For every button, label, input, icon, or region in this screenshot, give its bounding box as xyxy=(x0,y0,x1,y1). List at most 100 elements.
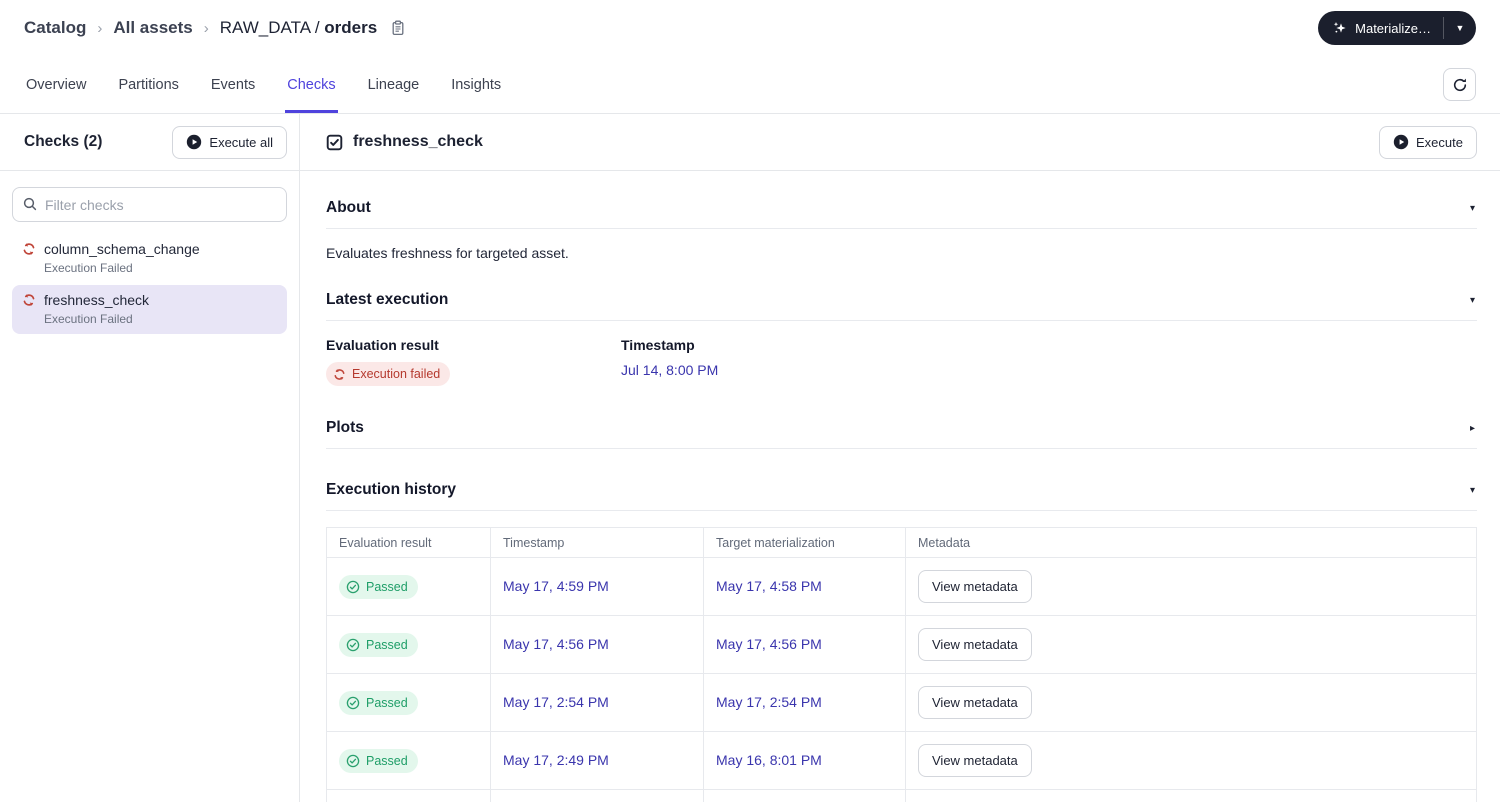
tab[interactable]: Partitions xyxy=(116,56,180,113)
timestamp-link[interactable]: May 17, 2:54 PM xyxy=(503,694,609,710)
timestamp-link[interactable]: May 17, 4:56 PM xyxy=(503,636,609,652)
checks-sidebar: Checks (2) Execute all column_schema_ xyxy=(0,114,300,802)
latest-execution-heading: Latest execution xyxy=(326,291,449,308)
tab[interactable]: Checks xyxy=(285,56,338,113)
execution-history-row: Passed May 17, 4:56 PM May 17, 4:56 PM V… xyxy=(326,615,1477,674)
evaluation-result-label: Evaluation result xyxy=(326,337,439,353)
asset-tabs: Overview Partitions Events Checks Lineage Ins… xyxy=(24,56,503,113)
execution-failed-badge: Execution failed xyxy=(326,362,451,386)
search-icon xyxy=(22,196,38,212)
refresh-icon xyxy=(1452,77,1468,93)
check-circle-icon xyxy=(346,580,360,594)
check-detail-panel: freshness_check Execute About ▾ Evaluate… xyxy=(300,114,1500,802)
check-circle-icon xyxy=(346,754,360,768)
asset-key-separator: / xyxy=(310,18,325,37)
failed-refresh-icon xyxy=(22,242,36,256)
failed-refresh-icon xyxy=(333,367,346,381)
execution-history-header-row: Evaluation result Timestamp Target mater… xyxy=(326,527,1477,558)
about-section-header[interactable]: About xyxy=(326,199,1477,217)
plots-section-header[interactable]: Plots xyxy=(326,419,1477,437)
target-materialization-link[interactable]: May 16, 8:01 PM xyxy=(716,752,822,768)
filter-checks-input[interactable] xyxy=(12,187,287,222)
section-divider xyxy=(326,320,1477,321)
execution-history-heading: Execution history xyxy=(326,481,457,498)
passed-badge: Passed xyxy=(339,748,418,773)
execute-label: Execute xyxy=(1416,134,1463,150)
section-divider xyxy=(326,510,1477,511)
latest-execution-section-header[interactable]: Latest execution xyxy=(326,291,1477,309)
execution-history-section-header[interactable]: Execution history xyxy=(326,481,1477,499)
target-materialization-link[interactable]: May 17, 4:58 PM xyxy=(716,578,822,594)
section-divider xyxy=(326,228,1477,229)
column-header-target-materialization: Target materialization xyxy=(703,527,906,558)
execute-button[interactable]: Execute xyxy=(1379,125,1477,159)
asset-group-label: RAW_DATA xyxy=(219,18,311,37)
materialize-button[interactable]: Materialize… xyxy=(1318,11,1443,45)
passed-badge: Passed xyxy=(339,574,418,599)
sidebar-check-item[interactable]: freshness_check Execution Failed xyxy=(12,285,287,334)
breadcrumb-asset-key[interactable]: RAW_DATA / orders xyxy=(220,18,377,38)
latest-execution-section: Latest execution Evaluation result xyxy=(326,291,1477,386)
play-circle-icon xyxy=(1393,134,1409,150)
refresh-button[interactable] xyxy=(1443,68,1476,101)
target-materialization-link[interactable]: May 17, 4:56 PM xyxy=(716,636,822,652)
materialize-split-button: Materialize… xyxy=(1318,11,1476,45)
failed-refresh-icon xyxy=(22,293,36,307)
view-metadata-button[interactable]: View metadata xyxy=(918,744,1032,777)
execution-history-row-partial xyxy=(326,789,1477,802)
tab[interactable]: Overview xyxy=(24,56,88,113)
breadcrumb-all-assets-link[interactable]: All assets xyxy=(113,18,192,38)
plots-section: Plots xyxy=(326,419,1477,449)
materialize-dropdown-button[interactable] xyxy=(1444,11,1476,45)
check-title: freshness_check xyxy=(353,133,483,150)
sparkle-icon xyxy=(1332,20,1348,36)
check-detail-content: About Evaluates freshness for targeted a… xyxy=(300,171,1500,802)
timestamp-link[interactable]: May 17, 4:59 PM xyxy=(503,578,609,594)
check-status: Execution Failed xyxy=(44,312,133,326)
execution-history-row: Passed May 17, 4:59 PM May 17, 4:58 PM V… xyxy=(326,557,1477,616)
evaluation-result-field: Evaluation result Execution failed xyxy=(326,337,621,386)
top-header: Catalog All assets RAW_DATA / orders Mat… xyxy=(0,0,1500,56)
passed-badge: Passed xyxy=(339,690,418,715)
tab[interactable]: Insights xyxy=(449,56,503,113)
checkbox-checked-icon xyxy=(326,134,343,151)
breadcrumb-catalog-link[interactable]: Catalog xyxy=(24,18,86,38)
view-metadata-button[interactable]: View metadata xyxy=(918,570,1032,603)
content-body: Checks (2) Execute all column_schema_ xyxy=(0,114,1500,802)
execution-history-row: Passed May 17, 2:49 PM May 16, 8:01 PM V… xyxy=(326,731,1477,790)
about-heading: About xyxy=(326,199,371,216)
column-header-evaluation-result: Evaluation result xyxy=(326,527,491,558)
execution-history-table: Evaluation result Timestamp Target mater… xyxy=(326,527,1477,802)
tab[interactable]: Events xyxy=(209,56,257,113)
sidebar-check-item[interactable]: column_schema_change Execution Failed xyxy=(12,234,287,283)
about-description: Evaluates freshness for targeted asset. xyxy=(326,245,569,261)
check-detail-header: freshness_check Execute xyxy=(300,114,1500,171)
view-metadata-button[interactable]: View metadata xyxy=(918,628,1032,661)
checks-list: column_schema_change Execution Failed fr… xyxy=(12,234,287,336)
latest-execution-grid: Evaluation result Execution failed Times… xyxy=(326,337,1477,386)
check-name: column_schema_change xyxy=(44,241,200,257)
breadcrumb-chevron-icon xyxy=(204,20,209,37)
execute-all-label: Execute all xyxy=(209,134,273,150)
chevron-down-icon[interactable] xyxy=(1468,293,1477,308)
check-circle-icon xyxy=(346,638,360,652)
sidebar-header: Checks (2) Execute all xyxy=(0,114,299,171)
chevron-right-icon[interactable] xyxy=(1468,421,1477,436)
chevron-down-icon[interactable] xyxy=(1468,201,1477,216)
chevron-down-icon[interactable] xyxy=(1468,483,1477,498)
timestamp-link[interactable]: May 17, 2:49 PM xyxy=(503,752,609,768)
target-materialization-link[interactable]: May 17, 2:54 PM xyxy=(716,694,822,710)
column-header-timestamp: Timestamp xyxy=(490,527,704,558)
view-metadata-button[interactable]: View metadata xyxy=(918,686,1032,719)
execute-all-button[interactable]: Execute all xyxy=(172,125,287,159)
column-header-metadata: Metadata xyxy=(905,527,1477,558)
checks-count-title: Checks (2) xyxy=(24,133,103,150)
copy-asset-name-icon[interactable] xyxy=(390,20,406,36)
tab[interactable]: Lineage xyxy=(366,56,422,113)
filter-checks-wrap xyxy=(12,187,287,222)
tab-bar: Overview Partitions Events Checks Lineage Ins… xyxy=(0,56,1500,114)
timestamp-label: Timestamp xyxy=(621,337,695,353)
breadcrumb-chevron-icon xyxy=(97,20,102,37)
section-divider xyxy=(326,448,1477,449)
latest-timestamp-link[interactable]: Jul 14, 8:00 PM xyxy=(621,362,718,378)
